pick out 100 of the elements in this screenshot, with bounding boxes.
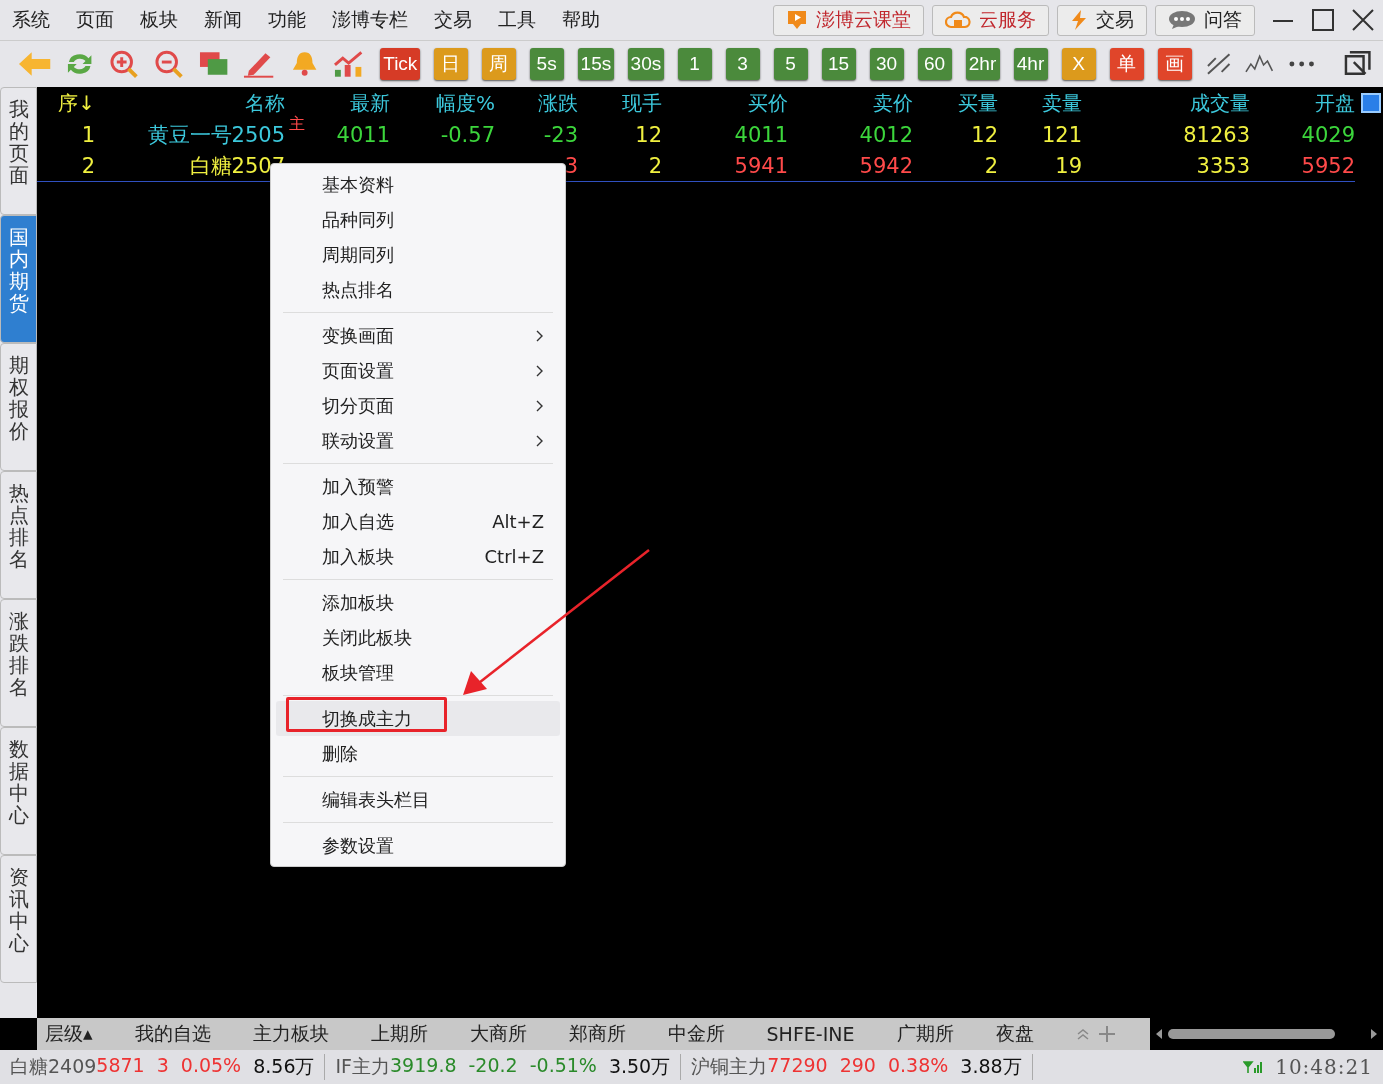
- period-button[interactable]: Tick: [380, 48, 420, 80]
- period-button[interactable]: 2hr: [965, 48, 1000, 80]
- menu-item[interactable]: 功能: [268, 7, 306, 33]
- column-header[interactable]: 成交量: [1082, 89, 1250, 117]
- menu-item[interactable]: 加入预警: [276, 469, 560, 504]
- menu-item[interactable]: 添加板块: [276, 585, 560, 620]
- ticker-name: 沪铜主力: [691, 1054, 768, 1079]
- zoom-out-icon[interactable]: [153, 49, 186, 79]
- scroll-left-icon[interactable]: [1156, 1029, 1162, 1039]
- market-tab[interactable]: 广期所: [896, 1021, 954, 1047]
- column-header[interactable]: 买价: [662, 89, 788, 117]
- zoom-in-icon[interactable]: [108, 49, 140, 79]
- period-button[interactable]: 5: [773, 48, 808, 80]
- menu-item[interactable]: 帮助: [562, 7, 600, 33]
- market-tab[interactable]: 我的自选: [134, 1021, 211, 1047]
- sidebar-tab[interactable]: 资讯中心: [0, 855, 37, 983]
- line-tool-icon[interactable]: [1205, 52, 1231, 76]
- top-button[interactable]: 云服务: [932, 4, 1049, 36]
- table-cell: 2: [648, 153, 662, 178]
- ticker-name: IF主力: [335, 1054, 391, 1079]
- column-header[interactable]: 开盘: [1250, 89, 1355, 117]
- market-tab[interactable]: 上期所: [370, 1021, 428, 1047]
- sidebar-tab[interactable]: 涨跌排名: [0, 599, 37, 727]
- restore-window-icon[interactable]: [1343, 50, 1371, 78]
- menu-item[interactable]: 基本资料: [276, 167, 560, 202]
- checkbox[interactable]: [1361, 93, 1381, 113]
- period-button[interactable]: 30: [869, 48, 904, 80]
- column-header[interactable]: 幅度%: [390, 89, 495, 117]
- period-button[interactable]: 3: [725, 48, 760, 80]
- menu-item[interactable]: 加入板块 Ctrl+Z: [276, 539, 560, 574]
- menu-item[interactable]: 切分页面: [276, 388, 560, 423]
- sidebar-tab[interactable]: 热点排名: [0, 471, 37, 599]
- period-button[interactable]: 1: [677, 48, 712, 80]
- period-button[interactable]: 4hr: [1013, 48, 1048, 80]
- close-icon[interactable]: [1352, 9, 1374, 31]
- maximize-icon[interactable]: [1312, 9, 1334, 31]
- table-cell: 4011: [734, 122, 788, 147]
- market-tab[interactable]: 层级▴: [45, 1021, 93, 1047]
- top-button[interactable]: 交易: [1057, 4, 1147, 36]
- menu-item[interactable]: 加入自选 Alt+Z: [276, 504, 560, 539]
- menu-item[interactable]: 新闻: [204, 7, 242, 33]
- market-tab[interactable]: 中金所: [667, 1021, 725, 1047]
- menu-item[interactable]: 周期同列: [276, 237, 560, 272]
- top-button[interactable]: 澎博云课堂: [773, 4, 924, 36]
- menu-item[interactable]: 板块管理: [276, 655, 560, 690]
- menu-item[interactable]: 关闭此板块: [276, 620, 560, 655]
- period-button[interactable]: 5s: [529, 48, 564, 80]
- sidebar-tab[interactable]: 数据中心: [0, 727, 37, 855]
- menu-item[interactable]: 联动设置: [276, 423, 560, 458]
- table-cell: -23: [543, 122, 578, 147]
- ticker-price: 5871: [96, 1054, 145, 1078]
- period-button[interactable]: 画: [1157, 48, 1192, 80]
- menu-item[interactable]: 板块: [140, 7, 178, 33]
- column-header[interactable]: 买量: [913, 89, 998, 117]
- column-header[interactable]: 序↓: [37, 89, 95, 117]
- menu-item[interactable]: 澎博专栏: [332, 7, 408, 33]
- column-header[interactable]: 卖价: [788, 89, 913, 117]
- market-tab[interactable]: 大商所: [469, 1021, 527, 1047]
- period-button[interactable]: 单: [1109, 48, 1144, 80]
- menu-item[interactable]: 删除: [276, 736, 560, 771]
- column-header[interactable]: 名称: [95, 89, 285, 117]
- menu-item[interactable]: 参数设置: [276, 828, 560, 863]
- scroll-right-icon[interactable]: [1371, 1029, 1377, 1039]
- windows-icon[interactable]: [199, 51, 229, 77]
- sidebar-tab[interactable]: 我的页面: [0, 87, 37, 215]
- sidebar-tab[interactable]: 国内期货: [0, 215, 37, 343]
- market-tab[interactable]: SHFE-INE: [766, 1023, 855, 1045]
- plus-icon[interactable]: [1097, 1025, 1116, 1043]
- menu-item[interactable]: 变换画面: [276, 318, 560, 353]
- market-tab[interactable]: 郑商所: [568, 1021, 626, 1047]
- menu-item[interactable]: 交易: [434, 7, 472, 33]
- menu-item[interactable]: 页面设置: [276, 353, 560, 388]
- column-header[interactable]: 涨跌: [495, 89, 578, 117]
- table-cell: 12: [971, 122, 998, 147]
- menu-item[interactable]: 编辑表头栏目: [276, 782, 560, 817]
- menu-item[interactable]: 热点排名: [276, 272, 560, 307]
- chat-icon: [1168, 10, 1196, 30]
- cloud-icon: [945, 11, 971, 29]
- menu-item[interactable]: 页面: [76, 7, 114, 33]
- menu-item[interactable]: 切换成主力: [276, 701, 560, 736]
- market-tab[interactable]: 主力板块: [252, 1021, 329, 1047]
- column-header[interactable]: 卖量: [998, 89, 1082, 117]
- table-cell: 5942: [859, 153, 913, 178]
- period-button[interactable]: 15: [821, 48, 856, 80]
- sidebar-tab[interactable]: 期权报价: [0, 343, 37, 471]
- period-button[interactable]: 15s: [577, 48, 614, 80]
- table-cell: 3353: [1196, 153, 1250, 178]
- menu-item[interactable]: 工具: [498, 7, 536, 33]
- period-button[interactable]: 60: [917, 48, 952, 80]
- table-cell: -0.57: [440, 122, 495, 147]
- menu-item[interactable]: 系统: [12, 7, 50, 33]
- period-button[interactable]: 30s: [627, 48, 664, 80]
- column-header[interactable]: 现手: [578, 89, 662, 117]
- market-tab[interactable]: 夜盘: [995, 1021, 1034, 1047]
- pen-icon[interactable]: [242, 50, 276, 78]
- ticker-change: -20.2: [468, 1054, 518, 1078]
- top-button[interactable]: 问答: [1155, 4, 1255, 36]
- double-chevron-up-icon[interactable]: [1075, 1027, 1090, 1041]
- table-cell: 12: [635, 122, 662, 147]
- menu-item[interactable]: 品种同列: [276, 202, 560, 237]
